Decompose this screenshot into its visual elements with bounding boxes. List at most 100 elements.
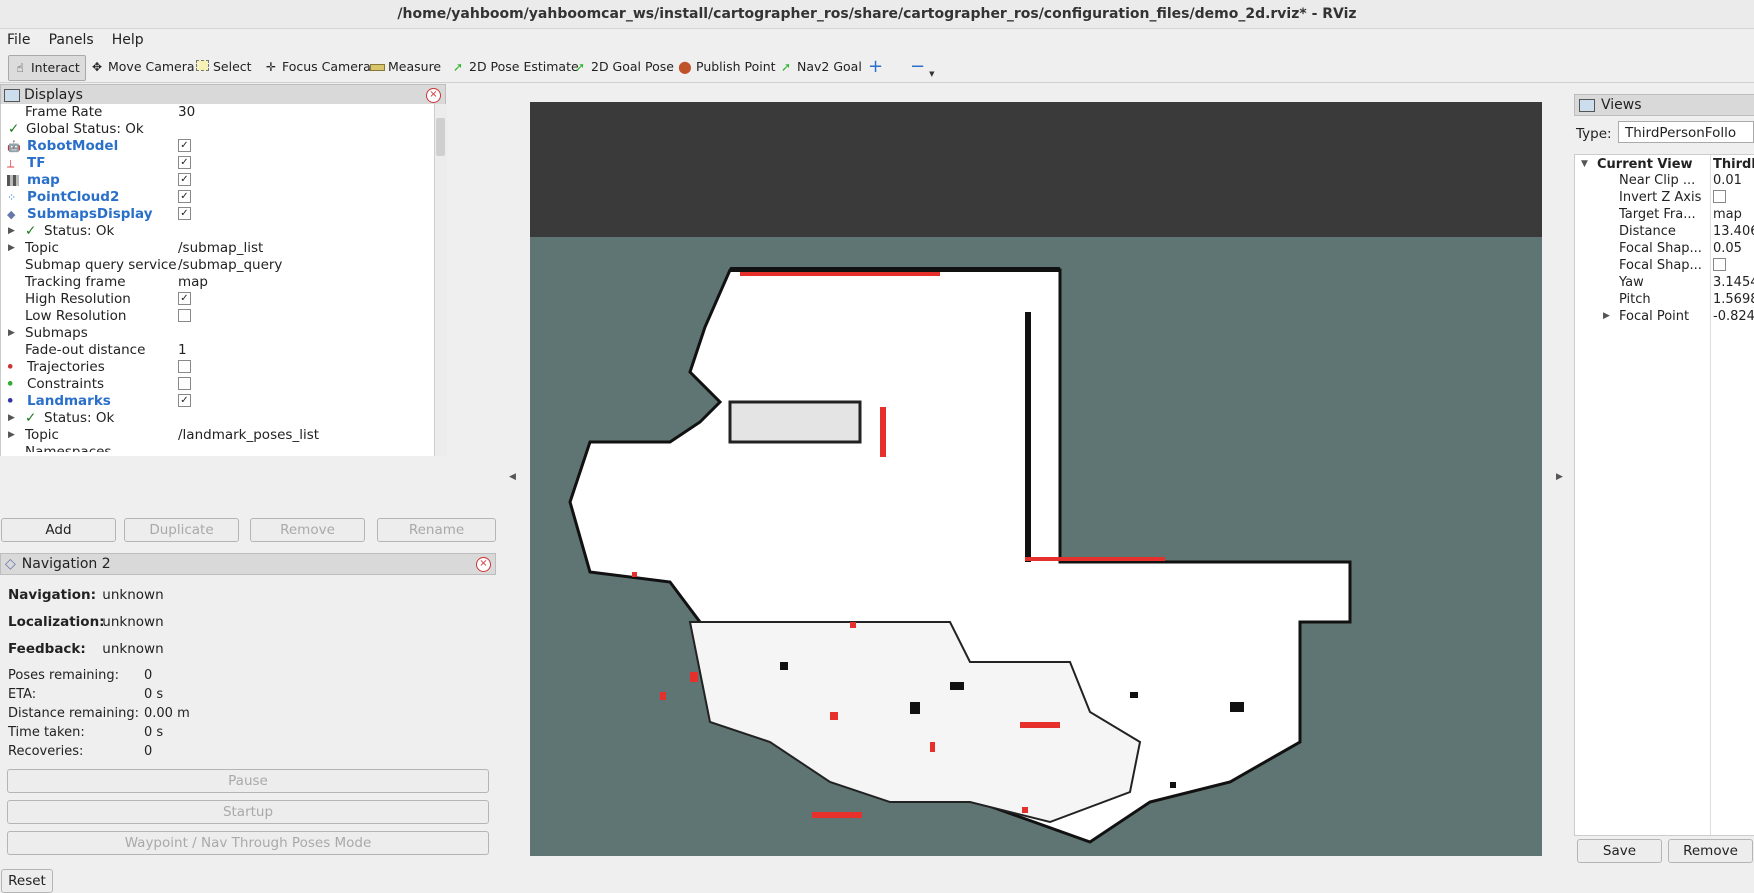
- time-taken: Time taken: 0 s: [8, 725, 163, 740]
- remove-view-button[interactable]: Remove: [1668, 839, 1753, 863]
- landmarks-checkbox[interactable]: ✓: [178, 393, 191, 407]
- add-button[interactable]: Add: [1, 518, 116, 542]
- prop-value[interactable]: 1.5698: [1713, 291, 1754, 308]
- pause-button[interactable]: Pause: [7, 769, 489, 793]
- menu-panels[interactable]: Panels: [42, 29, 101, 51]
- menu-file[interactable]: File: [0, 29, 37, 51]
- rename-button[interactable]: Rename: [377, 518, 496, 542]
- tree-row-constraints[interactable]: ⚫ Constraints: [1, 376, 435, 393]
- prop-value[interactable]: -0.824: [1713, 308, 1754, 325]
- row-name: SubmapsDisplay: [27, 206, 153, 222]
- scrollbar-thumb[interactable]: [436, 118, 445, 156]
- tree-row-robotmodel[interactable]: 🤖 RobotModel ✓: [1, 138, 435, 155]
- render-viewport[interactable]: [530, 102, 1542, 856]
- view-prop-focal-shape-fixed[interactable]: Focal Shap...: [1575, 257, 1754, 274]
- tree-row-global-status[interactable]: ✓ Global Status: Ok: [1, 121, 435, 138]
- view-prop-focal-shape-size[interactable]: Focal Shap... 0.05: [1575, 240, 1754, 257]
- tree-row-tracking-frame[interactable]: Tracking frame map: [1, 274, 435, 291]
- poses-label: Poses remaining:: [8, 668, 120, 683]
- tree-row-submapsdisplay[interactable]: ◆ SubmapsDisplay ✓: [1, 206, 435, 223]
- view-prop-near-clip[interactable]: Near Clip ... 0.01: [1575, 172, 1754, 189]
- tree-row-namespaces[interactable]: Namespaces: [1, 444, 435, 452]
- tree-row-landmarks-status[interactable]: ▶ ✓ Status: Ok: [1, 410, 435, 427]
- robotmodel-checkbox[interactable]: ✓: [178, 138, 191, 152]
- tracking-frame-value[interactable]: map: [178, 274, 428, 291]
- close-icon[interactable]: ×: [426, 88, 441, 103]
- view-prop-pitch[interactable]: Pitch 1.5698: [1575, 291, 1754, 308]
- topic-value[interactable]: /submap_list: [178, 240, 428, 257]
- tree-row-landmarks[interactable]: ⚫ Landmarks ✓: [1, 393, 435, 410]
- tree-row-low-resolution[interactable]: Low Resolution: [1, 308, 435, 325]
- goal-pose-tool[interactable]: ➚ 2D Goal Pose: [569, 55, 678, 79]
- startup-button[interactable]: Startup: [7, 800, 489, 824]
- nav2-goal-tool[interactable]: ➚ Nav2 Goal: [775, 55, 866, 79]
- tree-row-landmarks-topic[interactable]: ▶ Topic/landmark_poses_list: [1, 427, 435, 444]
- pointcloud2-checkbox[interactable]: ✓: [178, 189, 191, 203]
- landmarks-topic-value[interactable]: /landmark_poses_list: [178, 427, 428, 444]
- eta-label: ETA:: [8, 687, 37, 702]
- displays-scrollbar[interactable]: [434, 104, 447, 456]
- submaps-checkbox[interactable]: ✓: [178, 206, 191, 220]
- tree-row-map[interactable]: map ✓: [1, 172, 435, 189]
- distance-label: Distance remaining:: [8, 706, 139, 721]
- view-prop-focal-point[interactable]: ▶ Focal Point -0.824: [1575, 308, 1754, 325]
- remove-tool-button[interactable]: − ▼: [906, 55, 938, 79]
- tree-row-topic[interactable]: ▶ Topic/submap_list: [1, 240, 435, 257]
- eta: ETA: 0 s: [8, 687, 163, 702]
- tree-row-trajectories[interactable]: ⚫ Trajectories: [1, 359, 435, 376]
- view-prop-distance[interactable]: Distance 13.406: [1575, 223, 1754, 240]
- low-resolution-checkbox[interactable]: [178, 308, 191, 322]
- duplicate-button[interactable]: Duplicate: [124, 518, 239, 542]
- row-name: Topic: [25, 427, 59, 443]
- move-camera-tool[interactable]: ✥ Move Camera: [86, 55, 199, 79]
- remove-display-button[interactable]: Remove: [250, 518, 365, 542]
- navigation-label: Navigation:: [8, 587, 96, 603]
- tree-row-pointcloud2[interactable]: ⁘ PointCloud2 ✓: [1, 189, 435, 206]
- view-prop-target-frame[interactable]: Target Fra... map: [1575, 206, 1754, 223]
- invert-z-checkbox[interactable]: [1713, 190, 1726, 203]
- tree-row-high-resolution[interactable]: High Resolution ✓: [1, 291, 435, 308]
- high-resolution-checkbox[interactable]: ✓: [178, 291, 191, 305]
- prop-value[interactable]: 0.01: [1713, 172, 1742, 189]
- add-tool-button[interactable]: +: [864, 55, 887, 79]
- tf-checkbox[interactable]: ✓: [178, 155, 191, 169]
- waypoint-mode-button[interactable]: Waypoint / Nav Through Poses Mode: [7, 831, 489, 855]
- submap-query-value[interactable]: /submap_query: [178, 257, 428, 274]
- tree-row-fadeout[interactable]: Fade-out distance 1: [1, 342, 435, 359]
- prop-value[interactable]: 0.05: [1713, 240, 1742, 257]
- measure-tool[interactable]: Measure: [366, 55, 445, 79]
- prop-value[interactable]: map: [1713, 206, 1742, 223]
- focus-camera-tool[interactable]: ✛ Focus Camera: [260, 55, 375, 79]
- pose-estimate-tool[interactable]: ➚ 2D Pose Estimate: [447, 55, 583, 79]
- reset-button[interactable]: Reset: [1, 869, 53, 893]
- collapse-left-icon[interactable]: ◀: [509, 472, 516, 482]
- prop-value[interactable]: 13.406: [1713, 223, 1754, 240]
- trajectories-checkbox[interactable]: [178, 359, 191, 373]
- expand-arrow-icon[interactable]: ▶: [1603, 308, 1610, 325]
- view-prop-invert-z[interactable]: Invert Z Axis: [1575, 189, 1754, 206]
- map-checkbox[interactable]: ✓: [178, 172, 191, 186]
- tree-row-submaps[interactable]: ▶ Submaps: [1, 325, 435, 342]
- tree-row-submap-query[interactable]: Submap query service/submap_query: [1, 257, 435, 274]
- frame-rate-value[interactable]: 30: [178, 104, 428, 121]
- collapse-arrow-icon[interactable]: ▼: [1581, 157, 1588, 172]
- select-tool[interactable]: Select: [191, 55, 256, 79]
- tree-row-frame-rate[interactable]: Frame Rate 30: [1, 104, 435, 121]
- menu-help[interactable]: Help: [105, 29, 151, 51]
- prop-name: Target Fra...: [1619, 207, 1696, 222]
- tree-row-tf[interactable]: ⟂ TF ✓: [1, 155, 435, 172]
- fadeout-value[interactable]: 1: [178, 342, 428, 359]
- tree-row-status-ok[interactable]: ▶ ✓ Status: Ok: [1, 223, 435, 240]
- constraints-checkbox[interactable]: [178, 376, 191, 390]
- current-view-row[interactable]: ▼ Current View ThirdP: [1575, 157, 1754, 172]
- publish-point-tool[interactable]: ⬤ Publish Point: [674, 55, 780, 79]
- collapse-right-icon[interactable]: ▶: [1556, 472, 1563, 482]
- prop-value[interactable]: 3.1454: [1713, 274, 1754, 291]
- row-name: TF: [27, 155, 46, 171]
- interact-tool[interactable]: ☝ Interact: [8, 55, 86, 81]
- view-prop-yaw[interactable]: Yaw 3.1454: [1575, 274, 1754, 291]
- close-icon[interactable]: ×: [476, 557, 491, 572]
- view-type-select[interactable]: ThirdPersonFollo: [1618, 121, 1754, 143]
- focal-shape-checkbox[interactable]: [1713, 258, 1726, 271]
- save-view-button[interactable]: Save: [1577, 839, 1662, 863]
